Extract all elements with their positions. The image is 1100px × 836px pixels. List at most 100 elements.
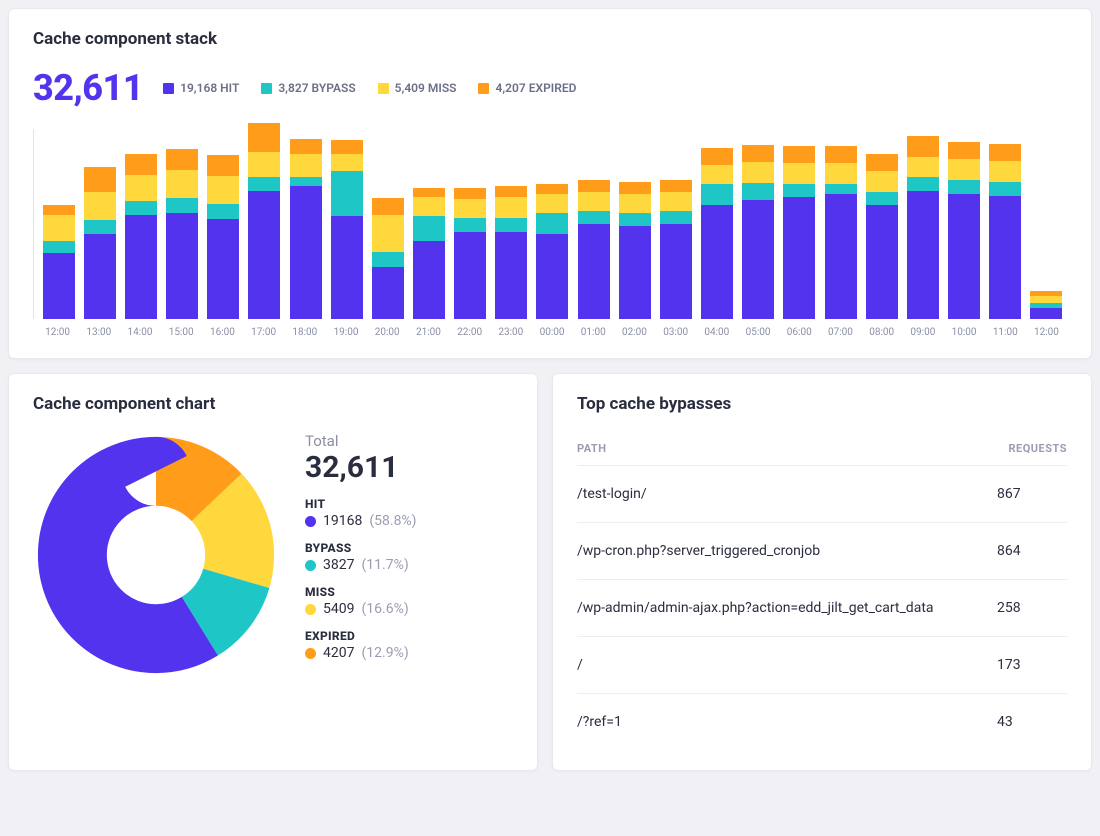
bar-stack — [43, 205, 75, 319]
bar-segment — [783, 197, 815, 319]
donut-total-label: Total — [305, 432, 417, 450]
bar-segment — [1030, 296, 1062, 303]
bar-segment — [207, 219, 239, 319]
bar-segment — [43, 253, 75, 320]
legend-item: 5,409 MISS — [378, 81, 457, 95]
donut-legend-pct: (16.6%) — [361, 601, 408, 617]
bar-segment — [866, 205, 898, 319]
bar-segment — [783, 146, 815, 163]
table-row[interactable]: /test-login/867 — [577, 466, 1067, 523]
bar-stack — [290, 139, 322, 319]
bar-segment — [43, 215, 75, 242]
bar-stack — [619, 182, 651, 319]
x-axis-label: 02:00 — [614, 327, 655, 338]
table-row[interactable]: /wp-admin/admin-ajax.php?action=edd_jilt… — [577, 580, 1067, 637]
donut-legend-name: BYPASS — [305, 541, 417, 555]
bar-stack — [948, 142, 980, 319]
table-row[interactable]: /wp-cron.php?server_triggered_cronjob864 — [577, 523, 1067, 580]
bar-segment — [578, 192, 610, 211]
donut-legend-row: MISS 5409 (16.6%) — [305, 585, 417, 617]
table-row[interactable]: /?ref=143 — [577, 694, 1067, 750]
x-axis-label: 03:00 — [655, 327, 696, 338]
cache-stack-chart — [33, 129, 1067, 319]
donut-total-value: 32,611 — [305, 450, 417, 485]
x-axis-label: 21:00 — [408, 327, 449, 338]
bar-stack — [660, 180, 692, 319]
bar-segment — [825, 163, 857, 184]
bar-segment — [578, 180, 610, 191]
bar-segment — [413, 216, 445, 241]
bar-segment — [619, 194, 651, 213]
bar-stack — [207, 155, 239, 319]
bar-stack — [701, 148, 733, 319]
bar-segment — [907, 136, 939, 157]
donut-legend-name: EXPIRED — [305, 629, 417, 643]
bypass-col-req: REQUESTS — [1008, 442, 1067, 455]
bar-segment — [372, 267, 404, 319]
donut-legend-dot-icon — [305, 560, 316, 571]
bar-segment — [701, 205, 733, 319]
donut-legend-name: HIT — [305, 497, 417, 511]
bar-segment — [989, 161, 1021, 182]
donut-legend-value: 19168 — [323, 513, 362, 529]
bar-segment — [619, 182, 651, 193]
bar-segment — [166, 213, 198, 319]
bar-segment — [825, 146, 857, 163]
bar-stack — [125, 154, 157, 319]
x-axis-label: 23:00 — [490, 327, 531, 338]
table-row[interactable]: /173 — [577, 637, 1067, 694]
bar-segment — [495, 232, 527, 319]
donut-legend-value: 3827 — [323, 557, 354, 573]
legend-swatch-icon — [163, 83, 174, 94]
x-axis-label: 17:00 — [243, 327, 284, 338]
bypass-col-path: PATH — [577, 442, 607, 455]
bar-segment — [43, 241, 75, 252]
bar-segment — [125, 175, 157, 202]
cache-stack-total: 32,611 — [33, 67, 143, 109]
bar-segment — [290, 177, 322, 187]
bar-segment — [660, 224, 692, 319]
x-axis-label: 12:00 — [1026, 327, 1067, 338]
bar-segment — [84, 192, 116, 221]
legend-swatch-icon — [261, 83, 272, 94]
legend-label: 3,827 BYPASS — [278, 81, 355, 95]
bar-segment — [207, 155, 239, 176]
bar-segment — [84, 220, 116, 233]
bar-segment — [866, 171, 898, 192]
donut-legend-value: 5409 — [323, 601, 354, 617]
bar-segment — [43, 205, 75, 215]
bar-segment — [84, 234, 116, 320]
bar-segment — [413, 241, 445, 319]
bar-segment — [742, 162, 774, 183]
bar-segment — [290, 186, 322, 319]
cache-stack-x-axis: 12:0013:0014:0015:0016:0017:0018:0019:00… — [33, 327, 1067, 338]
bar-stack — [248, 123, 280, 319]
bypass-card: Top cache bypasses PATH REQUESTS /test-l… — [552, 373, 1092, 771]
bar-segment — [248, 123, 280, 152]
bar-segment — [578, 224, 610, 319]
x-axis-label: 15:00 — [161, 327, 202, 338]
bar-segment — [742, 183, 774, 200]
bar-stack — [825, 146, 857, 319]
cache-stack-title: Cache component stack — [33, 29, 1067, 49]
bar-segment — [495, 186, 527, 197]
bypass-path: /wp-admin/admin-ajax.php?action=edd_jilt… — [577, 600, 997, 616]
bypass-path: / — [577, 657, 997, 673]
bar-stack — [84, 167, 116, 319]
bar-segment — [907, 191, 939, 319]
bar-segment — [413, 197, 445, 216]
donut-legend-name: MISS — [305, 585, 417, 599]
x-axis-label: 13:00 — [78, 327, 119, 338]
x-axis-label: 01:00 — [573, 327, 614, 338]
bar-segment — [742, 200, 774, 319]
bar-segment — [495, 197, 527, 218]
bar-segment — [825, 194, 857, 319]
cache-donut-card: Cache component chart Total 32,611 HIT19… — [8, 373, 538, 771]
bar-segment — [825, 184, 857, 194]
bar-segment — [660, 211, 692, 224]
bar-stack — [742, 145, 774, 319]
cache-donut-chart — [33, 432, 279, 678]
donut-legend-dot-icon — [305, 516, 316, 527]
bar-segment — [372, 198, 404, 215]
bar-segment — [207, 204, 239, 219]
